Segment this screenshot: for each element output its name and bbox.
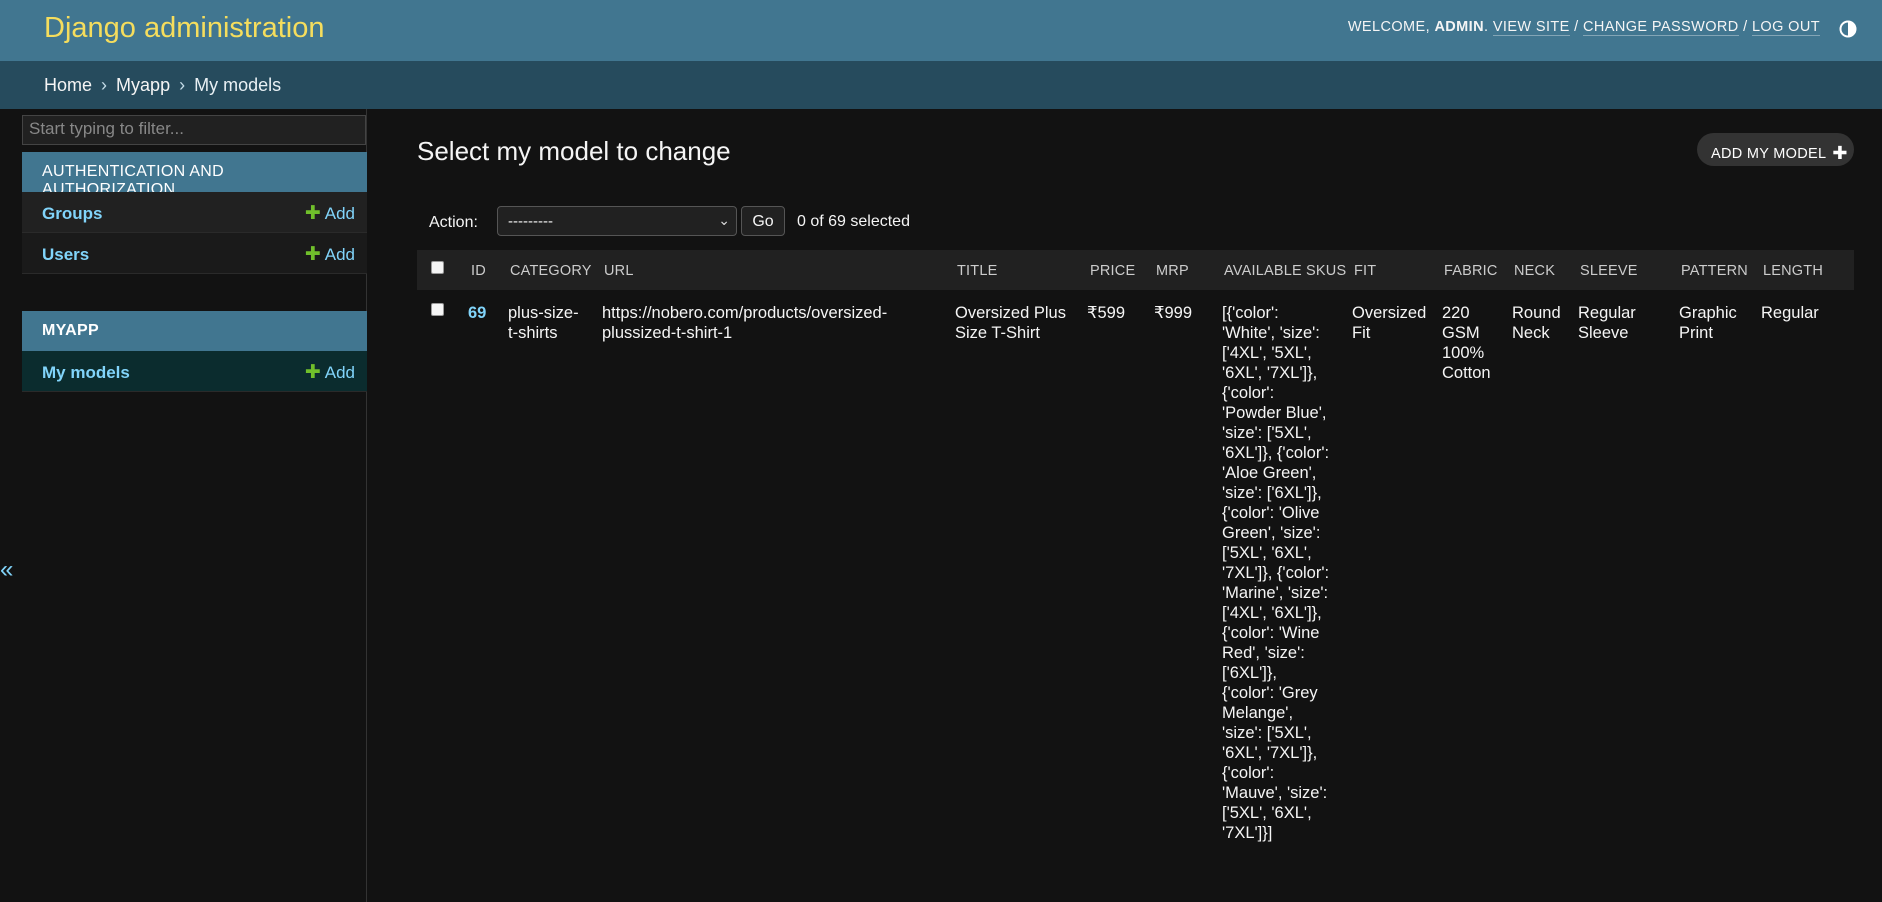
column-header-length[interactable]: Length	[1763, 263, 1823, 279]
breadcrumb-home[interactable]: Home	[44, 75, 92, 95]
user-tools: Welcome, admin. View site / Change passw…	[1347, 19, 1820, 36]
breadcrumb-app[interactable]: Myapp	[116, 75, 170, 95]
breadcrumb-current: My models	[194, 75, 282, 95]
action-label: Action:	[429, 214, 478, 231]
contrast-icon[interactable]	[1839, 20, 1857, 38]
row-length: Regular	[1761, 304, 1819, 322]
chevron-down-icon: ⌄	[718, 212, 730, 228]
column-header-url[interactable]: URL	[604, 263, 634, 279]
row-title: Oversized Plus Size T-Shirt	[955, 304, 1066, 342]
action-select[interactable]: --------- ⌄	[497, 206, 737, 236]
plus-icon: ✚	[304, 244, 321, 265]
column-header-category[interactable]: Category	[510, 263, 592, 279]
column-header-sleeve[interactable]: Sleeve	[1580, 263, 1638, 279]
selection-counter: 0 of 69 selected	[797, 213, 910, 230]
add-users-link[interactable]: ✚ Add	[305, 243, 355, 266]
add-my-model-button[interactable]: Add my model ✚	[1697, 133, 1854, 166]
column-header-id[interactable]: ID	[471, 263, 486, 279]
sidebar-item-label[interactable]: Users	[42, 245, 89, 264]
column-header-neck[interactable]: Neck	[1514, 263, 1555, 279]
plus-icon: ✚	[304, 203, 321, 224]
welcome-text: Welcome,	[1347, 19, 1430, 35]
plus-icon: ✚	[1832, 143, 1848, 163]
breadcrumb-separator: ›	[101, 75, 108, 95]
add-groups-link[interactable]: ✚ Add	[305, 202, 355, 225]
sidebar-item-users: Users ✚ Add	[22, 233, 367, 274]
sidebar-item-groups: Groups ✚ Add	[22, 192, 367, 233]
select-all-checkbox[interactable]	[431, 261, 444, 274]
column-header-fit[interactable]: Fit	[1354, 263, 1376, 279]
row-category: plus-size-t-shirts	[508, 304, 579, 342]
column-header-title[interactable]: Title	[957, 263, 997, 279]
column-header-price[interactable]: Price	[1090, 263, 1135, 279]
change-password-link[interactable]: Change password	[1583, 19, 1739, 36]
column-header-available-skus[interactable]: Available SKUs	[1224, 263, 1346, 279]
nav-filter-input[interactable]: Start typing to filter...	[22, 115, 366, 145]
breadcrumb: Home › Myapp › My models	[0, 61, 1882, 109]
row-pattern: Graphic Print	[1679, 304, 1737, 342]
row-mrp: ₹999	[1154, 304, 1193, 322]
view-site-link[interactable]: View site	[1492, 19, 1570, 36]
row-available-skus: [{'color': 'White', 'size': ['4XL', '5XL…	[1222, 304, 1330, 842]
add-my-models-link[interactable]: ✚ Add	[305, 361, 355, 384]
row-id-link[interactable]: 69	[468, 303, 486, 323]
toggle-nav-sidebar[interactable]: «	[0, 556, 13, 584]
column-header-pattern[interactable]: Pattern	[1681, 263, 1748, 279]
sidebar-item-my-models: My models ✚ Add	[22, 351, 367, 392]
row-price: ₹599	[1087, 304, 1126, 322]
log-out-link[interactable]: Log out	[1751, 19, 1820, 36]
nav-sidebar: Start typing to filter... Authentication…	[22, 109, 367, 902]
row-fabric: 220 GSM 100% Cotton	[1442, 304, 1491, 382]
site-branding[interactable]: Django administration	[44, 12, 324, 45]
breadcrumb-separator: ›	[179, 75, 186, 95]
table-header: ID Category URL Title Price MRP Availabl…	[417, 250, 1854, 290]
sidebar-item-label[interactable]: Groups	[42, 204, 102, 223]
username: admin	[1434, 19, 1484, 35]
row-url: https://nobero.com/products/oversized-pl…	[602, 304, 888, 342]
page-title: Select my model to change	[417, 136, 731, 166]
sidebar-item-label[interactable]: My models	[42, 363, 130, 382]
go-button[interactable]: Go	[741, 206, 785, 236]
row-select-checkbox[interactable]	[431, 303, 444, 316]
row-neck: Round Neck	[1512, 304, 1561, 342]
plus-icon: ✚	[304, 362, 321, 383]
header: Django administration Welcome, admin. Vi…	[0, 0, 1882, 61]
module-caption-auth[interactable]: Authentication and Authorization	[22, 152, 367, 198]
column-header-fabric[interactable]: Fabric	[1444, 263, 1498, 279]
column-header-mrp[interactable]: MRP	[1156, 263, 1189, 279]
row-fit: Oversized Fit	[1352, 304, 1427, 342]
module-caption-myapp[interactable]: Myapp	[22, 311, 367, 351]
row-sleeve: Regular Sleeve	[1578, 304, 1636, 342]
